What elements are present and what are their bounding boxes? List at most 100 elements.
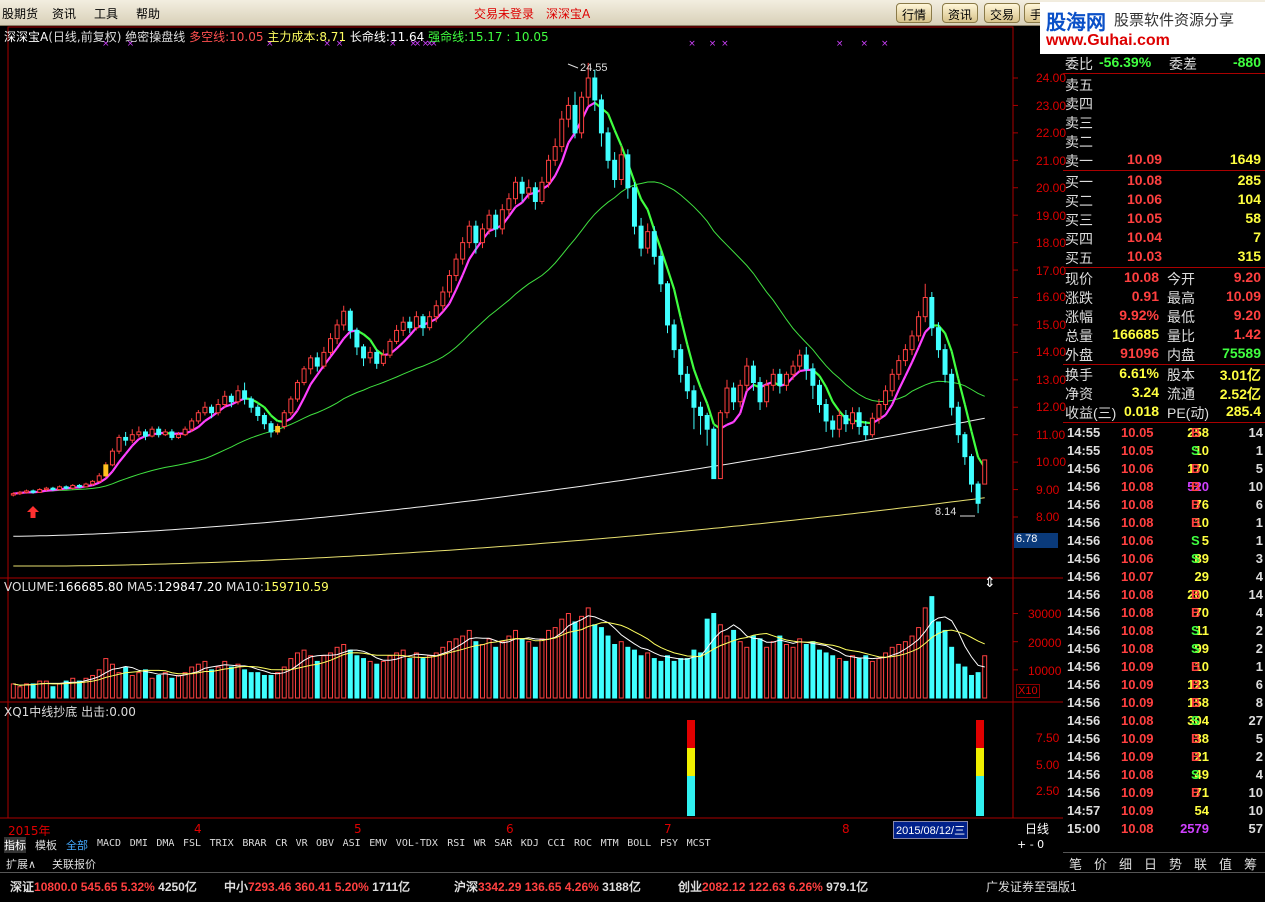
volume-bar — [308, 655, 314, 699]
ask-row: 卖三 — [1065, 113, 1263, 131]
duokong-line-segment — [640, 198, 649, 211]
indicator-tab[interactable]: CCI — [547, 838, 565, 849]
panel-tab[interactable]: 细 — [1119, 854, 1132, 873]
panel-tab[interactable]: 联 — [1194, 854, 1207, 873]
panel-tab[interactable]: 日 — [1144, 854, 1157, 873]
indicator-tab[interactable]: SAR — [494, 838, 512, 849]
panel-tab[interactable]: 筹 — [1244, 854, 1257, 873]
volume-bar — [955, 663, 961, 699]
xq-tick: 7.50 — [1036, 731, 1060, 745]
tick-price: 10.05 — [1121, 425, 1154, 440]
indicator-tab[interactable]: BOLL — [627, 838, 651, 849]
tab-related-quotes[interactable]: 关联报价 — [52, 856, 96, 872]
candle-body — [63, 486, 69, 489]
tick-time: 14:56 — [1067, 461, 1101, 476]
index-quote[interactable]: 沪深3342.29 136.65 4.26% 3188亿 — [454, 878, 641, 895]
volume-bar — [975, 672, 981, 699]
indicator-tab[interactable]: CR — [275, 838, 287, 849]
price-tick: 9.00 — [1036, 483, 1060, 497]
candle-body — [275, 425, 281, 433]
indicator-tab[interactable]: DMI — [130, 838, 148, 849]
index-quote[interactable]: 创业2082.12 122.63 6.26% 979.1亿 — [678, 878, 868, 895]
duokong-line-segment — [891, 389, 900, 405]
tick-time: 14:56 — [1067, 479, 1101, 494]
indicator-tab[interactable]: 全部 — [66, 837, 88, 853]
indicator-tab[interactable]: ASI — [343, 838, 361, 849]
panel-tab[interactable]: 笔 — [1069, 854, 1082, 873]
candle-body — [387, 340, 393, 356]
indicator-tab[interactable]: DMA — [156, 838, 174, 849]
tick-direction: B — [1191, 659, 1201, 674]
duokong-line-segment — [884, 403, 894, 416]
stat-value: 3.24 — [1131, 384, 1159, 400]
chart-area[interactable]: × × × × × × × × × × × × × × × × × ⇕ 深深宝A(日线,前复权) 绝密操盘线 多空… — [0, 26, 1067, 839]
stat-value: 10.09 — [1225, 288, 1261, 304]
tick-row: 14:56 10.08 11 S 2 — [1063, 623, 1265, 641]
date-tick: 6 — [506, 822, 514, 836]
period-label[interactable]: 日线 — [1025, 820, 1049, 837]
stat-value: 75589 — [1222, 345, 1261, 361]
tick-direction: B — [1191, 479, 1201, 494]
candle-body — [473, 225, 479, 244]
menu-stocks[interactable]: 股期货 — [2, 5, 38, 22]
indicator-tab[interactable]: OBV — [316, 838, 334, 849]
indicator-tab[interactable]: KDJ — [521, 838, 539, 849]
indicator-tab[interactable]: BRAR — [242, 838, 266, 849]
indicator-info-line: 深深宝A(日线,前复权) 绝密操盘线 多空线:10.05 主力成本:8.71 长… — [4, 28, 549, 45]
panel-tab[interactable]: 值 — [1219, 854, 1232, 873]
window-title: 深深宝A — [546, 7, 591, 21]
candle-body — [717, 412, 723, 480]
panel-tab[interactable]: 价 — [1094, 854, 1107, 873]
tick-row: 14:56 10.08 520 B 10 — [1063, 479, 1265, 497]
bid-label: 买一 — [1065, 174, 1093, 190]
tick-row: 14:56 10.08 70 B 4 — [1063, 605, 1265, 623]
candle-body — [843, 414, 849, 425]
zoom-controls[interactable]: + - 0 — [1017, 838, 1044, 851]
price-tick: 11.00 — [1036, 428, 1066, 442]
candle-body — [281, 412, 287, 427]
menu-news[interactable]: 资讯 — [52, 5, 76, 22]
index-quote[interactable]: 中小7293.46 360.41 5.20% 1711亿 — [224, 878, 410, 895]
trade-button[interactable]: 交易 — [984, 3, 1021, 23]
indicator-tab[interactable]: TRIX — [210, 838, 234, 849]
volume-value: 166685.80 — [58, 580, 124, 594]
indicator-tab[interactable]: EMV — [369, 838, 387, 849]
panel-tab[interactable]: 势 — [1169, 854, 1182, 873]
indicator-tab[interactable]: WR — [474, 838, 486, 849]
candle-body — [235, 390, 241, 403]
indicator-tab[interactable]: MTM — [601, 838, 619, 849]
tick-row: 14:56 10.08 304 S 27 — [1063, 713, 1265, 731]
candle-body — [261, 414, 267, 425]
tick-direction: B — [1191, 425, 1201, 440]
indicator-tab[interactable]: MACD — [97, 838, 121, 849]
indicator-tab[interactable]: FSL — [183, 838, 201, 849]
tab-extend[interactable]: 扩展∧ — [6, 856, 36, 872]
kline-svg[interactable]: × × × × × × ×× ××× × × × × × ×⇕ — [0, 26, 1063, 820]
indicator-tab[interactable]: 模板 — [35, 837, 57, 853]
high-pointer — [567, 63, 579, 69]
ask-label: 卖五 — [1065, 77, 1093, 93]
tick-direction: B — [1191, 695, 1201, 710]
duokong-line-segment — [679, 317, 689, 345]
indicator-tab[interactable]: VOL-TDX — [396, 838, 438, 849]
indicator-tab[interactable]: RSI — [447, 838, 465, 849]
indicator-tab[interactable]: PSY — [660, 838, 678, 849]
indicator-tab[interactable]: MCST — [687, 838, 711, 849]
tick-count: 3 — [1255, 551, 1263, 566]
volume-bar — [433, 652, 439, 699]
indicator-tab[interactable]: ROC — [574, 838, 592, 849]
indicator-tab[interactable]: VR — [296, 838, 308, 849]
info-button[interactable]: 资讯 — [942, 3, 979, 23]
candle-body — [585, 77, 591, 98]
menu-help[interactable]: 帮助 — [136, 5, 160, 22]
candle-body — [836, 414, 842, 430]
price-tick: 14.00 — [1036, 345, 1067, 359]
menu-tools[interactable]: 工具 — [94, 5, 118, 22]
quote-button[interactable]: 行情 — [896, 3, 933, 23]
index-quote[interactable]: 深证10800.0 545.65 5.32% 4250亿 — [10, 878, 197, 895]
candle-body — [598, 99, 604, 134]
candle-body — [394, 329, 400, 342]
ask-label: 卖二 — [1065, 134, 1093, 150]
indicator-tab[interactable]: 指标 — [4, 837, 26, 853]
tick-count: 6 — [1255, 677, 1263, 692]
